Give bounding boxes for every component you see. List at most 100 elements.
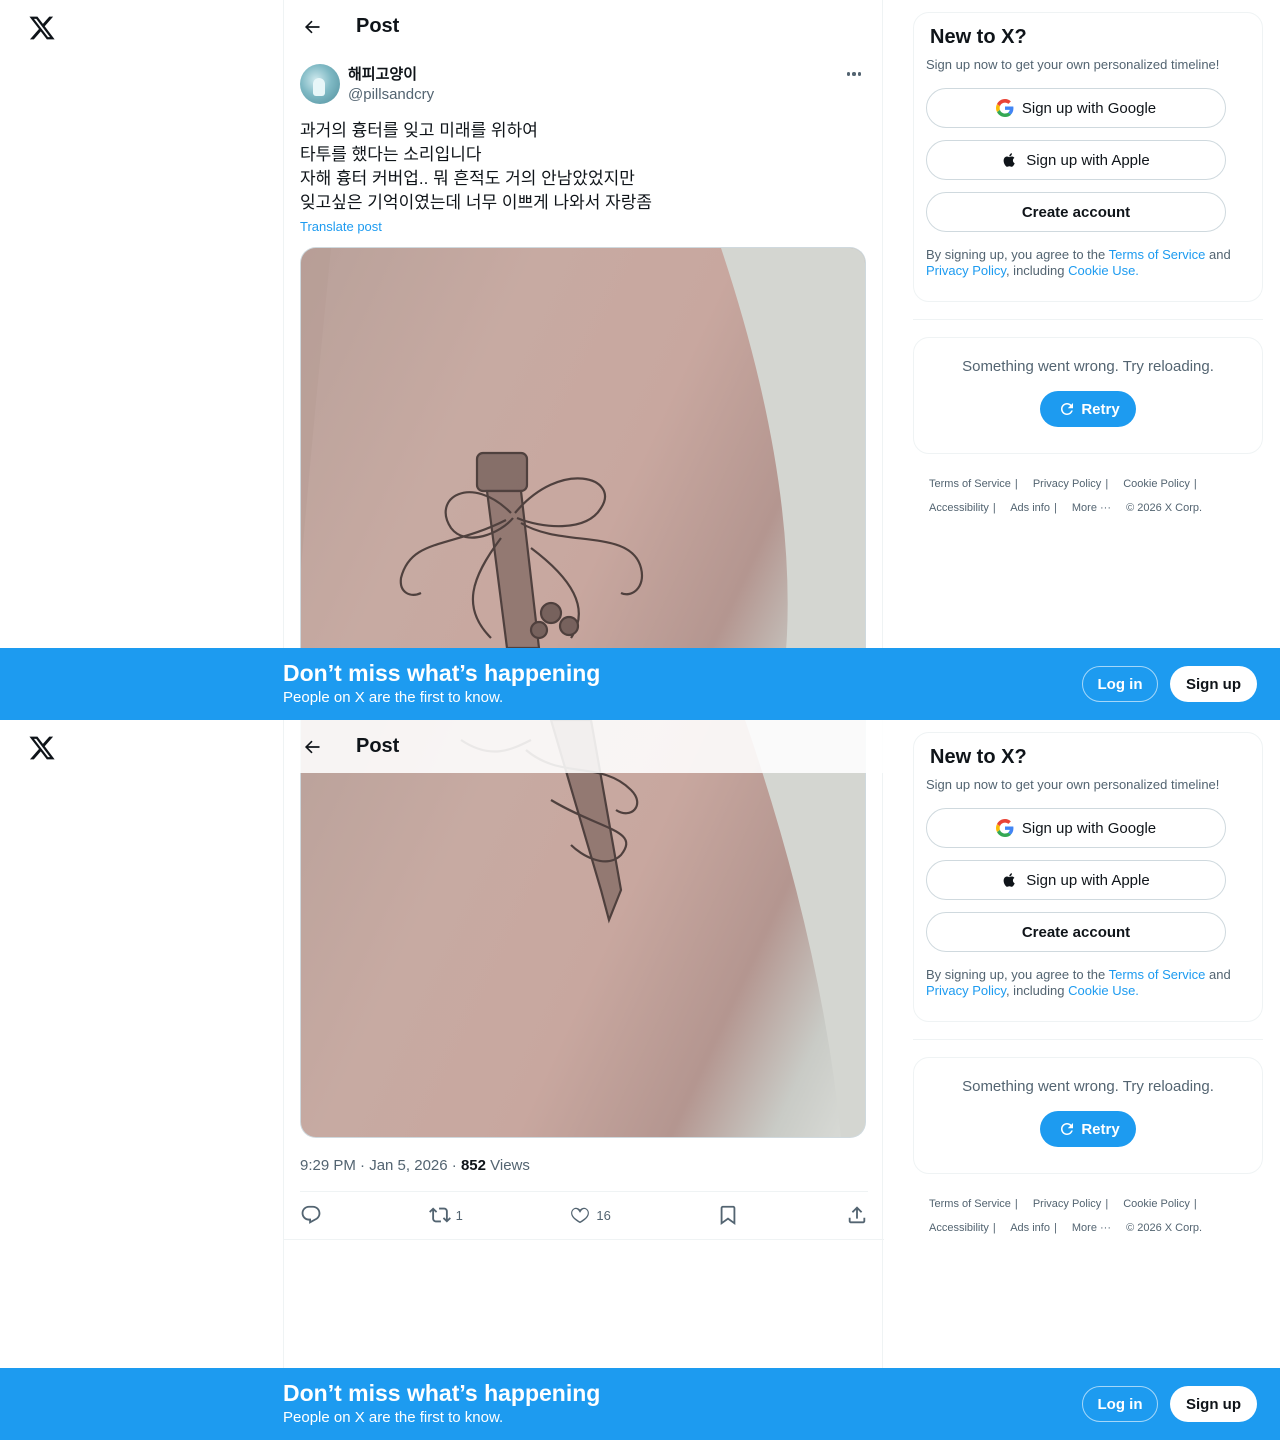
apple-signup-button[interactable]: Sign up with Apple [926, 860, 1226, 900]
error-message: Something went wrong. Try reloading. [962, 1078, 1214, 1095]
signup-card: New to X? Sign up now to get your own pe… [913, 732, 1263, 1022]
footer-privacy-link[interactable]: Privacy Policy [1033, 478, 1101, 490]
signup-button[interactable]: Sign up [1170, 666, 1257, 702]
error-card: Something went wrong. Try reloading. Ret… [913, 1057, 1263, 1174]
google-signup-button[interactable]: Sign up with Google [926, 808, 1226, 848]
apple-signup-label: Sign up with Apple [1026, 151, 1150, 169]
apple-signup-button[interactable]: Sign up with Apple [926, 140, 1226, 180]
copyright: © 2026 X Corp. [1126, 1222, 1203, 1234]
reply-button[interactable] [300, 1204, 322, 1226]
page-title: Post [356, 735, 400, 757]
privacy-link[interactable]: Privacy Policy [926, 263, 1006, 278]
banner-subtitle: People on X are the first to know. [283, 689, 504, 706]
avatar[interactable] [300, 64, 340, 104]
apple-icon [1003, 153, 1015, 167]
retry-button[interactable]: Retry [1040, 1111, 1136, 1147]
google-icon [995, 819, 1014, 837]
google-signup-label: Sign up with Google [1021, 99, 1157, 117]
author-handle[interactable]: @pillsandcry [348, 85, 434, 105]
footer-privacy-link[interactable]: Privacy Policy [1033, 1198, 1101, 1210]
legal-including: , including [1005, 263, 1069, 278]
legal-text: By signing up, you agree to the Terms of… [926, 967, 1250, 999]
arrow-left-icon [304, 740, 320, 753]
signup-button[interactable]: Sign up [1170, 1386, 1257, 1422]
sidebar: New to X? Sign up now to get your own pe… [913, 12, 1263, 520]
signup-title: New to X? [930, 746, 1027, 768]
create-account-button[interactable]: Create account [926, 912, 1226, 952]
footer-more-link[interactable]: More ··· [1072, 502, 1111, 514]
terms-link[interactable]: Terms of Service [1109, 967, 1206, 982]
post-image[interactable] [300, 720, 866, 1138]
tattoo-illustration [460, 720, 865, 1137]
back-button[interactable] [294, 729, 330, 765]
footer-terms-link[interactable]: Terms of Service [929, 1198, 1011, 1210]
cookie-use-link[interactable]: Cookie Use. [1068, 263, 1139, 278]
refresh-icon [1061, 1123, 1074, 1135]
footer-ads-link[interactable]: Ads info [1010, 1222, 1050, 1234]
views-count: 852 [460, 1157, 486, 1174]
primary-column: Post 9:29 PM · Jan 5, 2026 · 852 Views 1… [283, 720, 884, 1440]
arrow-left-icon [304, 20, 320, 33]
google-signup-button[interactable]: Sign up with Google [926, 88, 1226, 128]
signup-subtitle: Sign up now to get your own personalized… [926, 57, 1220, 72]
meta-separator: · [451, 1157, 457, 1174]
translate-post-link[interactable]: Translate post [300, 219, 382, 234]
more-options-button[interactable] [842, 64, 866, 84]
back-button[interactable] [294, 9, 330, 45]
error-message: Something went wrong. Try reloading. [962, 358, 1214, 375]
footer-more-link[interactable]: More ··· [1072, 1222, 1111, 1234]
legal-including: , including [1005, 983, 1069, 998]
page-title: Post [356, 15, 400, 37]
x-logo-icon[interactable] [28, 14, 56, 42]
signup-banner: Don’t miss what’s happening People on X … [0, 1368, 1280, 1440]
footer-ads-link[interactable]: Ads info [1010, 502, 1050, 514]
repost-button[interactable]: 1 [428, 1204, 463, 1226]
banner-title: Don’t miss what’s happening [283, 660, 601, 686]
footer-cookie-link[interactable]: Cookie Policy [1123, 478, 1190, 490]
create-account-button[interactable]: Create account [926, 192, 1226, 232]
bookmark-icon [721, 1205, 736, 1226]
apple-signup-label: Sign up with Apple [1026, 871, 1150, 889]
primary-column: Post 해피고양이 @pillsandcry 과거의 흉터를 잊고 미래를 위… [283, 0, 883, 720]
retry-label: Retry [1081, 1120, 1120, 1138]
footer-cookie-link[interactable]: Cookie Policy [1123, 1198, 1190, 1210]
signup-card: New to X? Sign up now to get your own pe… [913, 12, 1263, 302]
google-icon [995, 99, 1014, 117]
login-button[interactable]: Log in [1082, 666, 1158, 702]
legal-prefix: By signing up, you agree to the [926, 247, 1109, 262]
divider [300, 1191, 868, 1192]
heart-icon [571, 1207, 590, 1224]
legal-prefix: By signing up, you agree to the [926, 967, 1109, 982]
footer-accessibility-link[interactable]: Accessibility [929, 1222, 989, 1234]
post-text-line: 자해 흉터 커버업.. 뭐 흔적도 거의 안남았었지만 [300, 169, 635, 188]
login-button[interactable]: Log in [1082, 1386, 1158, 1422]
footer-accessibility-link[interactable]: Accessibility [929, 502, 989, 514]
post-header: Post [284, 720, 884, 773]
post-author: 해피고양이 @pillsandcry [300, 64, 868, 105]
apple-icon [1003, 873, 1015, 887]
post-header: Post [284, 0, 884, 53]
footer-terms-link[interactable]: Terms of Service [929, 478, 1011, 490]
post-timestamp[interactable]: 9:29 PM · Jan 5, 2026 [300, 1157, 448, 1174]
post-text-line: 과거의 흉터를 잊고 미래를 위하여 [300, 121, 538, 140]
error-card: Something went wrong. Try reloading. Ret… [913, 337, 1263, 454]
retry-button[interactable]: Retry [1040, 391, 1136, 427]
share-button[interactable] [846, 1204, 868, 1226]
like-count: 16 [596, 1207, 611, 1223]
post-meta: 9:29 PM · Jan 5, 2026 · 852 Views [300, 1157, 530, 1174]
author-display-name[interactable]: 해피고양이 [348, 65, 434, 85]
post-actions: 1 16 [300, 1203, 868, 1227]
x-logo-icon[interactable] [28, 734, 56, 762]
repost-icon [428, 1207, 451, 1223]
footer-links: Terms of Service | Privacy Policy | Cookie… [929, 1198, 1203, 1234]
repost-count: 1 [455, 1207, 463, 1223]
bookmark-button[interactable] [717, 1204, 739, 1226]
divider [284, 1239, 884, 1240]
views-label: Views [490, 1157, 530, 1174]
privacy-link[interactable]: Privacy Policy [926, 983, 1006, 998]
copyright: © 2026 X Corp. [1126, 502, 1203, 514]
cookie-use-link[interactable]: Cookie Use. [1068, 983, 1139, 998]
terms-link[interactable]: Terms of Service [1109, 247, 1206, 262]
like-button[interactable]: 16 [569, 1204, 611, 1226]
post-text-line: 잊고싶은 기억이였는데 너무 이쁘게 나와서 자랑좀 [300, 193, 653, 212]
